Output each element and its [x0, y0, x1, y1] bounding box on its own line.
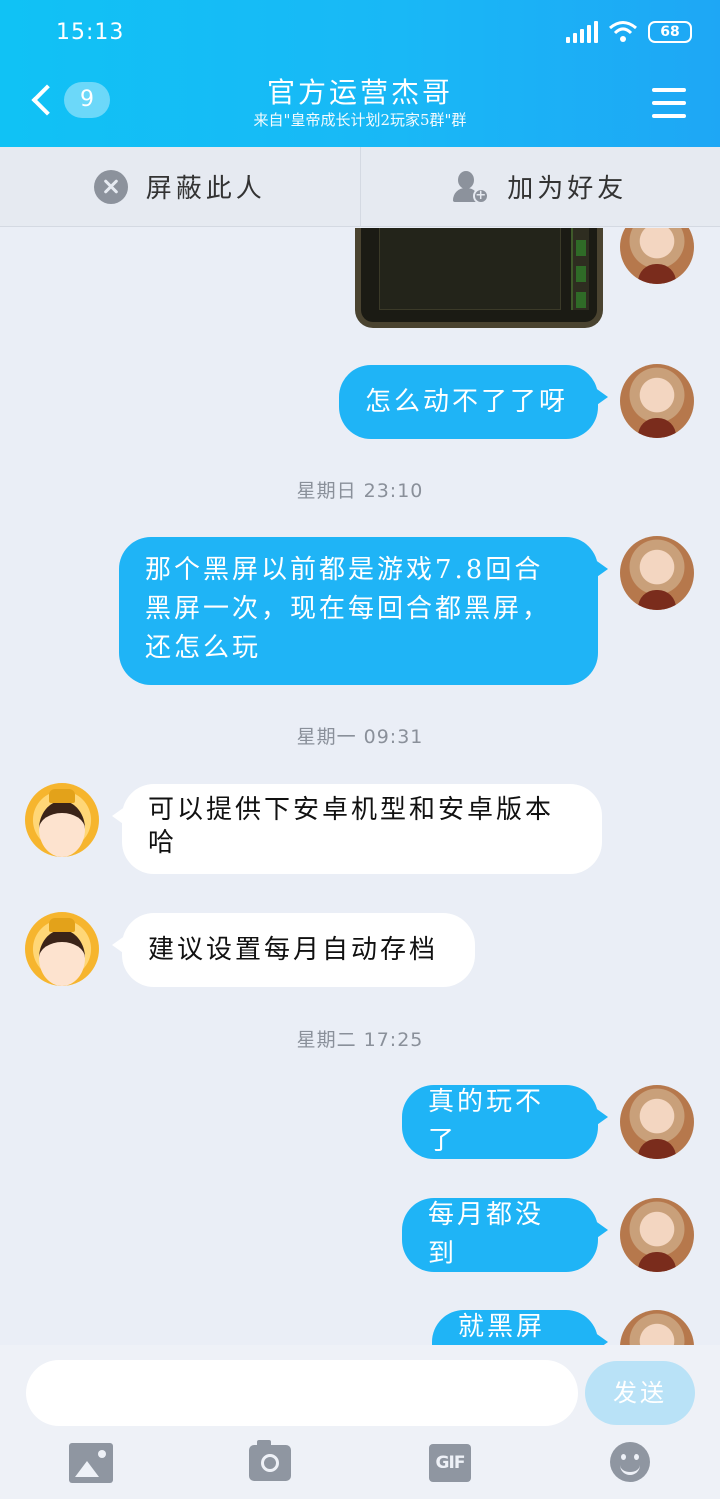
photo-icon[interactable]	[69, 1443, 113, 1483]
message-text: 那个黑屏以前都是游戏7.8回合 黑屏一次，现在每回合都黑屏， 还怎么玩	[145, 555, 552, 663]
message-bubble-mine[interactable]: 每月都没到	[402, 1198, 608, 1272]
my-avatar[interactable]	[620, 1085, 694, 1159]
title-bar: 15:13 68 9 官方运营杰哥 来自"皇帝成长计划2玩家5群"群	[0, 0, 720, 147]
chat-title-block: 官方运营杰哥 来自"皇帝成长计划2玩家5群"群	[0, 76, 720, 130]
sender-avatar[interactable]	[25, 912, 99, 986]
input-bar: 发送 GIF	[0, 1345, 720, 1499]
action-bar: 屏蔽此人 + 加为好友	[0, 147, 720, 227]
message-text: 怎么动不了了呀	[365, 386, 569, 417]
block-user-button[interactable]: 屏蔽此人	[0, 147, 360, 226]
message-text: 每月都没到	[428, 1200, 545, 1269]
timestamp: 星期二 17:25	[296, 1029, 424, 1051]
sender-avatar[interactable]	[25, 783, 99, 857]
image-message[interactable]	[355, 228, 603, 328]
emoji-icon[interactable]	[610, 1442, 650, 1482]
add-friend-icon: +	[453, 170, 490, 204]
wifi-icon	[609, 21, 637, 42]
chat-subtitle: 来自"皇帝成长计划2玩家5群"群	[253, 111, 467, 129]
camera-icon[interactable]	[249, 1440, 291, 1481]
status-time: 15:13	[56, 20, 125, 45]
add-friend-label: 加为好友	[507, 174, 628, 204]
menu-icon[interactable]	[652, 88, 686, 118]
message-text: 就黑屏了	[458, 1312, 546, 1342]
add-friend-button[interactable]: + 加为好友	[359, 147, 720, 226]
chat-list[interactable]: 怎么动不了了呀 星期日 23:10 那个黑屏以前都是游戏7.8回合 黑屏一次，现…	[0, 228, 720, 1345]
timestamp: 星期一 09:31	[296, 726, 424, 748]
message-text: 真的玩不了	[428, 1087, 545, 1156]
message-text: 建议设置每月自动存档	[148, 934, 439, 965]
message-bubble-mine[interactable]: 真的玩不了	[402, 1085, 608, 1159]
block-user-label: 屏蔽此人	[145, 174, 266, 204]
my-avatar[interactable]	[620, 364, 694, 438]
send-button[interactable]: 发送	[585, 1361, 695, 1425]
message-bubble-mine[interactable]: 那个黑屏以前都是游戏7.8回合 黑屏一次，现在每回合都黑屏， 还怎么玩	[119, 537, 608, 685]
my-avatar[interactable]	[620, 228, 694, 284]
message-bubble-mine[interactable]: 就黑屏了	[432, 1310, 608, 1345]
block-icon	[93, 169, 128, 204]
message-text: 可以提供下安卓机型和安卓版本 哈	[148, 795, 555, 858]
my-avatar[interactable]	[620, 536, 694, 610]
message-bubble-other[interactable]: 可以提供下安卓机型和安卓版本 哈	[112, 784, 602, 874]
timestamp: 星期日 23:10	[296, 480, 424, 502]
my-avatar[interactable]	[620, 1310, 694, 1345]
status-icons: 68	[566, 20, 692, 44]
my-avatar[interactable]	[620, 1198, 694, 1272]
gif-icon[interactable]: GIF	[429, 1444, 471, 1482]
signal-icon	[566, 21, 598, 43]
battery-indicator: 68	[648, 21, 692, 43]
message-input[interactable]	[26, 1360, 578, 1426]
message-bubble-mine[interactable]: 怎么动不了了呀	[339, 365, 608, 439]
chat-title: 官方运营杰哥	[266, 76, 453, 109]
message-bubble-other[interactable]: 建议设置每月自动存档	[112, 913, 475, 987]
